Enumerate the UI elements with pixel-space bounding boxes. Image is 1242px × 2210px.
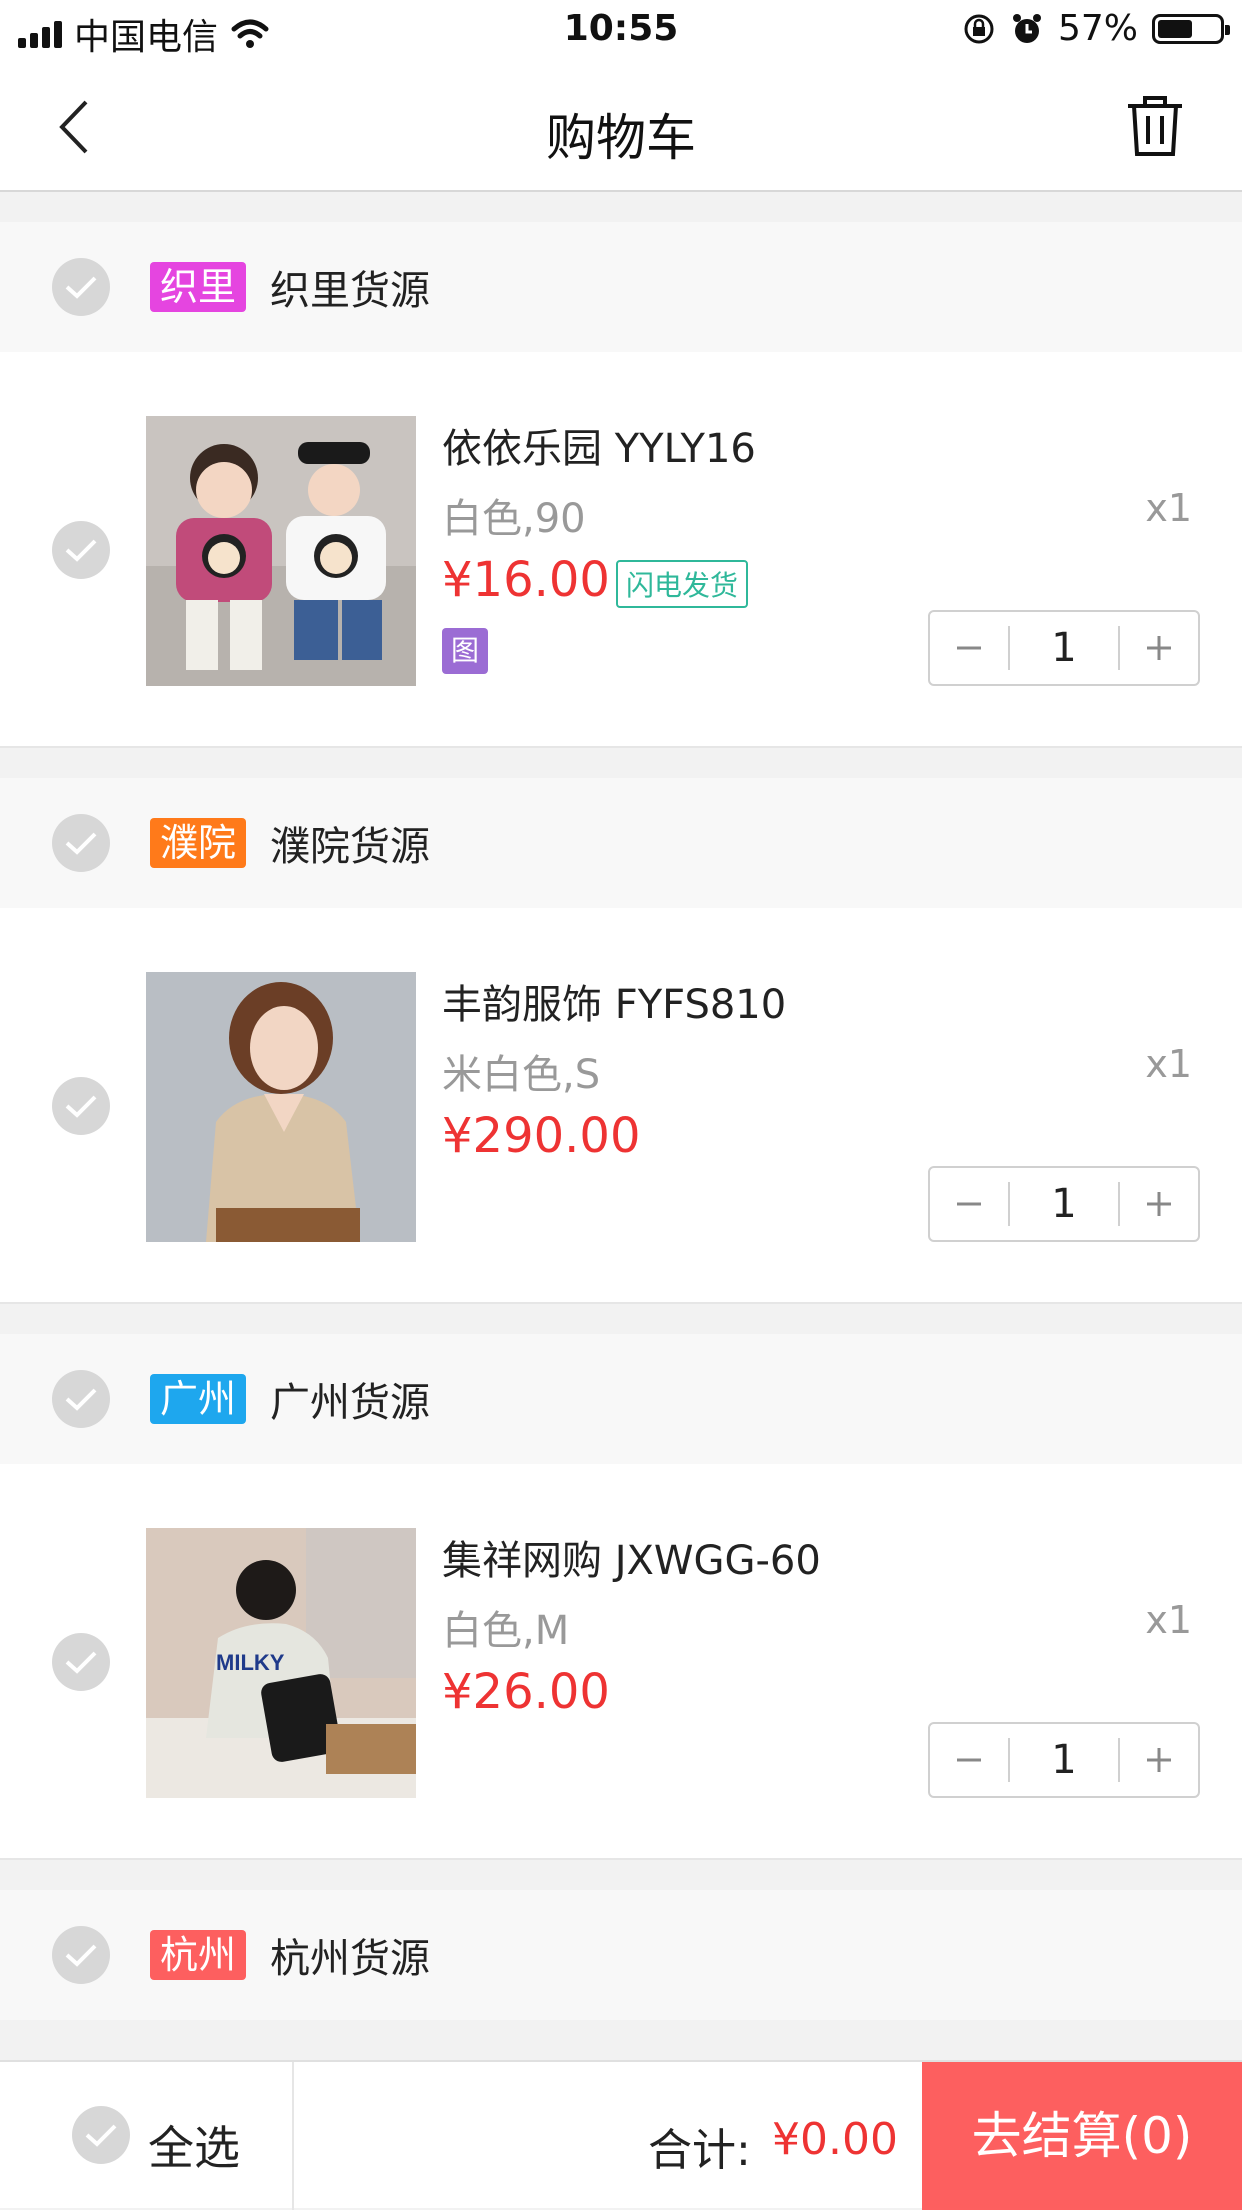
product-spec: 米白色,S — [442, 1052, 601, 1098]
shop-name[interactable]: 广州货源 — [270, 1370, 430, 1428]
battery-icon — [1152, 13, 1230, 44]
quantity-input[interactable]: 1 — [1008, 626, 1120, 670]
shop-checkbox[interactable] — [52, 1370, 110, 1428]
battery-percent: 57% — [1057, 8, 1138, 49]
cart-item: 依依乐园 YYLY16 白色,90 x1 ¥16.00 闪电发货 图 1 — [0, 352, 1242, 748]
checkout-button[interactable]: 去结算(0) — [922, 2062, 1242, 2210]
check-icon — [65, 276, 97, 299]
quantity-input[interactable]: 1 — [1008, 1738, 1120, 1782]
shop-header: 广州 广州货源 — [0, 1334, 1242, 1464]
cart-item: 丰韵服饰 FYFS810 米白色,S x1 ¥290.00 1 — [0, 908, 1242, 1304]
decrease-button[interactable] — [930, 1168, 1008, 1240]
check-icon — [65, 1944, 97, 1967]
cart-list: 织里 织里货源 依依乐园 YYLY16 白色,90 x1 ¥16.00 闪电发货… — [0, 192, 1242, 2060]
check-icon — [85, 2124, 117, 2147]
item-checkbox[interactable] — [52, 1633, 110, 1691]
shop-name[interactable]: 濮院货源 — [270, 814, 430, 872]
shop-tag: 杭州 — [150, 1930, 247, 1980]
total-value: ¥0.00 — [772, 2114, 898, 2165]
select-all-toggle[interactable]: 全选 — [0, 2062, 294, 2210]
product-quantity-label: x1 — [1145, 1042, 1192, 1086]
product-image[interactable] — [146, 972, 416, 1242]
shop-checkbox[interactable] — [52, 258, 110, 316]
shop-header: 濮院 濮院货源 — [0, 778, 1242, 908]
increase-button[interactable] — [1120, 1724, 1198, 1796]
check-icon — [65, 1388, 97, 1411]
delete-button[interactable] — [1120, 92, 1190, 162]
shop-name[interactable]: 杭州货源 — [270, 1926, 430, 1984]
shop-checkbox[interactable] — [52, 1926, 110, 1984]
check-icon — [65, 1095, 97, 1118]
check-icon — [65, 832, 97, 855]
check-icon — [65, 539, 97, 562]
increase-button[interactable] — [1120, 612, 1198, 684]
product-title[interactable]: 依依乐园 YYLY16 — [442, 416, 756, 474]
product-price: ¥290.00 — [442, 1108, 641, 1164]
minus-icon — [957, 1202, 981, 1206]
image-badge: 图 — [442, 628, 488, 674]
product-price: ¥26.00 — [442, 1664, 610, 1720]
product-spec: 白色,M — [442, 1608, 570, 1654]
shop-header: 织里 织里货源 — [0, 222, 1242, 352]
product-price: ¥16.00 — [442, 552, 610, 608]
shop-tag: 织里 — [150, 262, 247, 312]
cart-footer: 全选 合计: ¥0.00 去结算(0) — [0, 2060, 1242, 2210]
total-label: 合计: — [648, 2125, 751, 2176]
decrease-button[interactable] — [930, 612, 1008, 684]
product-quantity-label: x1 — [1145, 486, 1192, 530]
product-spec: 白色,90 — [442, 496, 586, 542]
shop-tag: 广州 — [150, 1374, 247, 1424]
quantity-stepper: 1 — [928, 1166, 1200, 1242]
select-all-checkbox[interactable] — [72, 2106, 130, 2164]
quantity-input[interactable]: 1 — [1008, 1182, 1120, 1226]
minus-icon — [957, 1758, 981, 1762]
cart-item: MILKY 集祥网购 JXWGG-60 白色,M x1 ¥26.00 1 — [0, 1464, 1242, 1860]
alarm-icon — [1012, 13, 1041, 43]
decrease-button[interactable] — [930, 1724, 1008, 1796]
increase-button[interactable] — [1120, 1168, 1198, 1240]
rotation-lock-icon — [964, 14, 994, 43]
minus-icon — [957, 646, 981, 650]
flash-delivery-badge: 闪电发货 — [616, 560, 749, 608]
status-right: 57% — [962, 8, 1230, 49]
item-checkbox[interactable] — [52, 1077, 110, 1135]
product-quantity-label: x1 — [1145, 1598, 1192, 1642]
trash-icon — [1128, 96, 1182, 156]
thumb-text: MILKY — [216, 1650, 285, 1675]
select-all-label: 全选 — [148, 2121, 240, 2175]
check-icon — [65, 1651, 97, 1674]
quantity-stepper: 1 — [928, 1722, 1200, 1798]
product-title[interactable]: 集祥网购 JXWGG-60 — [442, 1528, 821, 1586]
shop-tag: 濮院 — [150, 818, 247, 868]
shop-checkbox[interactable] — [52, 814, 110, 872]
product-title[interactable]: 丰韵服饰 FYFS810 — [442, 972, 786, 1030]
status-bar: 中国电信 10:55 57% — [0, 0, 1242, 62]
product-image[interactable]: MILKY — [146, 1528, 416, 1798]
plus-icon — [1147, 636, 1171, 660]
page-title: 购物车 — [546, 109, 696, 167]
plus-icon — [1147, 1192, 1171, 1216]
shop-name[interactable]: 织里货源 — [270, 258, 430, 316]
product-image[interactable] — [146, 416, 416, 686]
nav-bar: 购物车 — [0, 62, 1242, 192]
quantity-stepper: 1 — [928, 610, 1200, 686]
plus-icon — [1147, 1748, 1171, 1772]
item-checkbox[interactable] — [52, 521, 110, 579]
battery-fill — [1158, 19, 1193, 38]
shop-header: 杭州 杭州货源 — [0, 1890, 1242, 2020]
